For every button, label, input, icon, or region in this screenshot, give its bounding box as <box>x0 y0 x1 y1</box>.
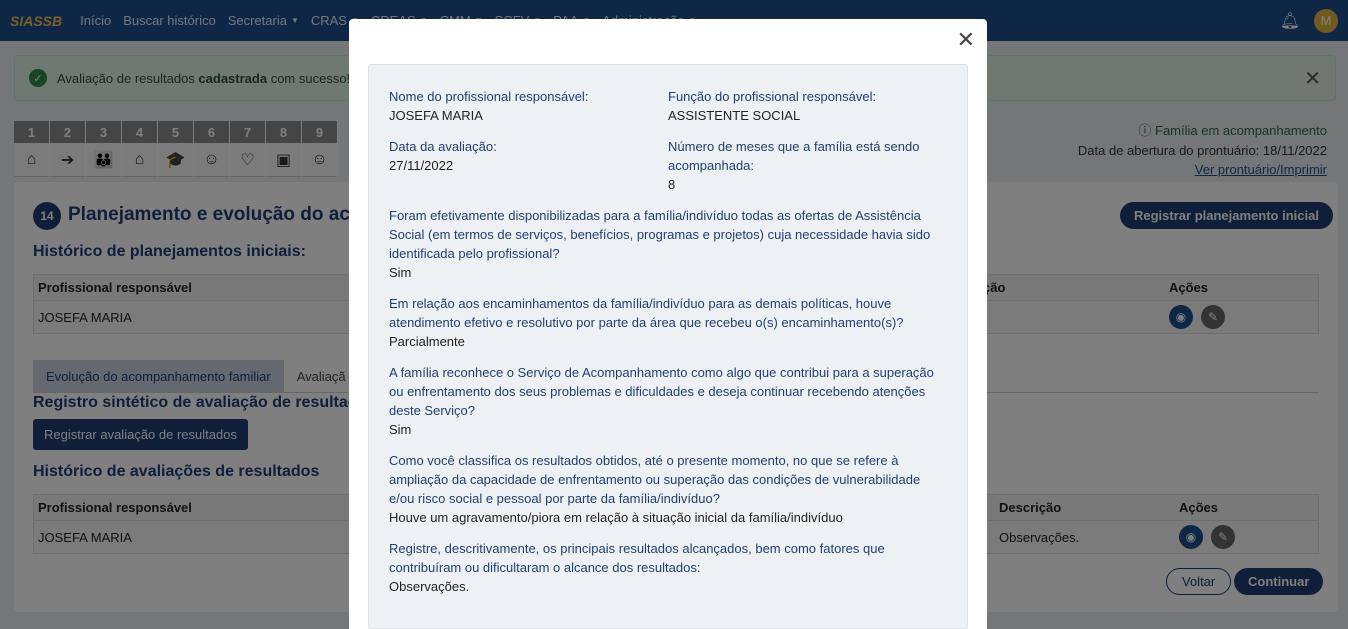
date-field: Data da avaliação: 27/11/2022 <box>389 137 668 175</box>
info-col: Nome do profissional responsável: JOSEFA… <box>389 87 668 206</box>
question-item: A família reconhece o Serviço de Acompan… <box>389 363 947 439</box>
months-field: Número de meses que a família está sendo… <box>668 137 947 194</box>
field-value: JOSEFA MARIA <box>389 108 483 123</box>
question-item: Registre, descritivamente, os principais… <box>389 539 947 596</box>
answer-text: Observações. <box>389 579 470 594</box>
close-icon[interactable]: ✕ <box>957 27 975 53</box>
answer-text: Sim <box>389 265 412 280</box>
field-label: Função do profissional responsável: <box>668 89 877 104</box>
field-value: 8 <box>668 177 676 192</box>
prof-name-field: Nome do profissional responsável: JOSEFA… <box>389 87 668 125</box>
field-label: Data da avaliação: <box>389 139 497 154</box>
answer-text: Sim <box>389 422 412 437</box>
question-text: Registre, descritivamente, os principais… <box>389 541 885 575</box>
info-row: Nome do profissional responsável: JOSEFA… <box>389 87 947 206</box>
question-text: A família reconhece o Serviço de Acompan… <box>389 365 934 418</box>
field-value: ASSISTENTE SOCIAL <box>668 108 801 123</box>
info-col: Função do profissional responsável: ASSI… <box>668 87 947 206</box>
evaluation-detail-modal: ✕ Nome do profissional responsável: JOSE… <box>349 19 987 629</box>
answer-text: Houve um agravamento/piora em relação à … <box>389 510 843 525</box>
question-item: Em relação aos encaminhamentos da famíli… <box>389 294 947 351</box>
field-label: Número de meses que a família está sendo… <box>668 139 920 173</box>
modal-panel: Nome do profissional responsável: JOSEFA… <box>368 64 968 629</box>
question-item: Foram efetivamente disponibilizadas para… <box>389 206 947 282</box>
question-text: Foram efetivamente disponibilizadas para… <box>389 208 931 261</box>
answer-text: Parcialmente <box>389 334 465 349</box>
question-item: Como você classifica os resultados obtid… <box>389 451 947 527</box>
question-text: Em relação aos encaminhamentos da famíli… <box>389 296 904 330</box>
field-label: Nome do profissional responsável: <box>389 89 589 104</box>
prof-role-field: Função do profissional responsável: ASSI… <box>668 87 947 125</box>
field-value: 27/11/2022 <box>389 158 454 173</box>
question-text: Como você classifica os resultados obtid… <box>389 453 921 506</box>
